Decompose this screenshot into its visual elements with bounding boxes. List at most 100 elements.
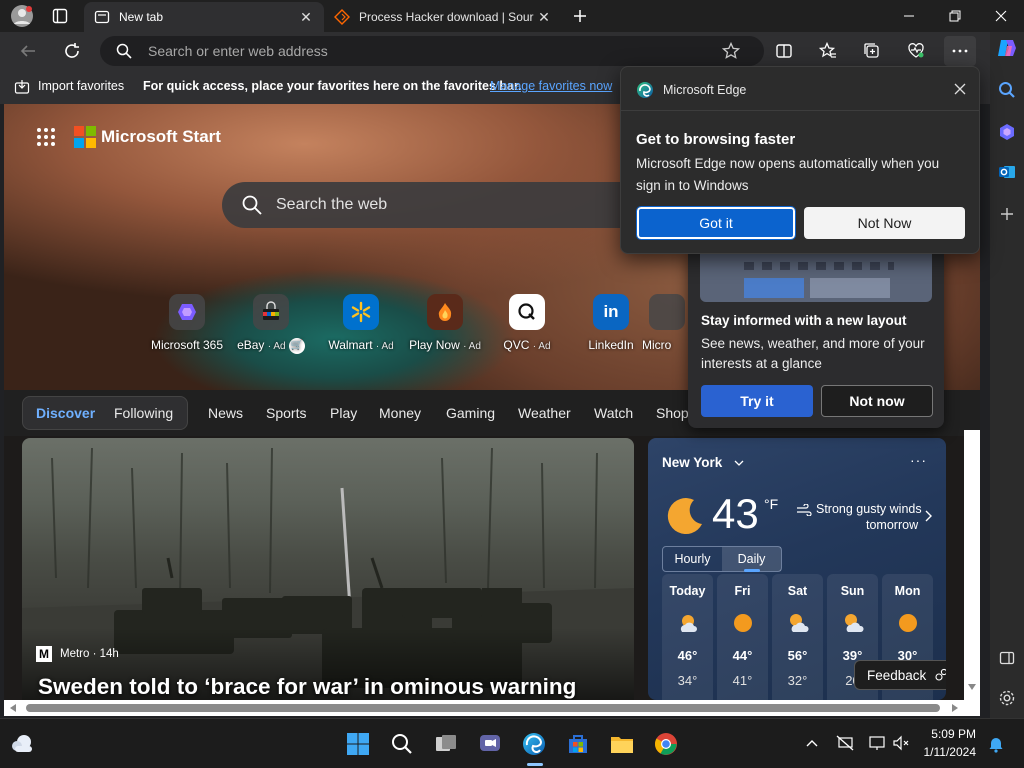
category-money[interactable]: Money (379, 405, 421, 421)
quicklink-label: Micro (642, 338, 672, 352)
weather-card[interactable]: New York ··· 43 °F Strong gusty winds to… (648, 438, 946, 700)
browser-essentials-icon[interactable] (900, 36, 932, 66)
tab-actions-icon[interactable] (42, 0, 78, 32)
news-headline[interactable]: Sweden told to ‘brace for war’ in ominou… (38, 674, 576, 700)
chrome-icon[interactable] (653, 731, 679, 757)
popup-body: Microsoft Edge now opens automatically w… (636, 156, 940, 193)
clock-date[interactable]: 1/11/2024 (916, 745, 977, 759)
close-tab-icon[interactable]: ✕ (298, 9, 314, 25)
scroll-down-arrow-icon[interactable] (968, 684, 976, 690)
microsoft-store-icon[interactable] (565, 731, 591, 757)
category-news[interactable]: News (208, 405, 243, 421)
file-explorer-icon[interactable] (609, 731, 635, 757)
notification-bell-icon[interactable] (988, 735, 1004, 753)
tab-following[interactable]: Following (114, 405, 173, 421)
sidebar-settings-icon[interactable] (995, 686, 1019, 710)
quicklink-play-now[interactable]: Play Now · Ad (400, 294, 490, 352)
close-tab-icon[interactable]: ✕ (536, 9, 552, 25)
start-button[interactable] (345, 731, 371, 757)
forecast-day[interactable]: Fri 44° 41° (717, 574, 768, 700)
category-sports[interactable]: Sports (266, 405, 306, 421)
teams-chat-icon[interactable] (477, 731, 503, 757)
category-watch[interactable]: Watch (594, 405, 633, 421)
quicklink-ebay[interactable]: eBay · Ad 🛒 (226, 294, 316, 354)
category-weather[interactable]: Weather (518, 405, 571, 421)
scroll-left-arrow-icon[interactable] (10, 704, 16, 712)
horizontal-scroll-thumb[interactable] (26, 704, 940, 712)
quicklink-qvc[interactable]: QVC · Ad (482, 294, 572, 352)
play-now-icon (427, 294, 463, 330)
web-search-box[interactable]: Search the web (222, 182, 682, 228)
tab-discover[interactable]: Discover (36, 405, 95, 421)
back-button[interactable] (12, 36, 44, 66)
moon-cloud-icon (667, 498, 702, 535)
feedback-button[interactable]: Feedback (854, 660, 946, 690)
display-icon[interactable] (868, 735, 886, 751)
popup-title: Get to browsing faster (636, 131, 796, 148)
quicklink-walmart[interactable]: Walmart · Ad (316, 294, 406, 352)
favorites-hint: For quick access, place your favorites h… (143, 79, 522, 93)
collections-icon[interactable] (856, 36, 888, 66)
sidebar-search-icon[interactable] (995, 78, 1019, 102)
quicklink-label: QVC (503, 338, 530, 352)
hide-sidebar-icon[interactable] (995, 646, 1019, 670)
clock-time[interactable]: 5:09 PM (926, 727, 976, 741)
show-hidden-icons-chevron-icon[interactable] (806, 739, 818, 747)
refresh-button[interactable] (56, 36, 88, 66)
taskbar-search-icon[interactable] (389, 731, 415, 757)
hourly-tab[interactable]: Hourly (663, 547, 722, 571)
daily-tab[interactable]: Daily (722, 547, 781, 571)
apps-grid-icon[interactable] (36, 127, 56, 147)
category-shop[interactable]: Shop (656, 405, 689, 421)
add-sidebar-app-icon[interactable] (995, 202, 1019, 226)
weather-location[interactable]: New York (662, 455, 722, 470)
address-bar[interactable]: Search or enter web address (100, 36, 764, 66)
weather-more-icon[interactable]: ··· (910, 452, 927, 468)
import-favorites-button[interactable]: Import favorites (38, 79, 124, 93)
new-tab-button[interactable] (562, 0, 598, 32)
network-disconnected-icon[interactable] (836, 735, 854, 751)
horizontal-scrollbar[interactable] (4, 700, 980, 716)
volume-muted-icon[interactable] (892, 735, 910, 751)
scroll-right-arrow-icon[interactable] (952, 704, 958, 712)
try-it-button[interactable]: Try it (701, 385, 813, 417)
tab-new-tab[interactable]: New tab ✕ (84, 2, 324, 32)
close-popup-icon[interactable] (954, 83, 966, 95)
restore-button[interactable] (932, 0, 978, 32)
quicklink-microsoft-365[interactable]: Microsoft 365 (142, 294, 232, 352)
manage-favorites-link[interactable]: Manage favorites now (490, 79, 612, 93)
not-now-button[interactable]: Not now (821, 385, 933, 417)
copilot-sidebar-icon[interactable] (995, 120, 1019, 144)
category-play[interactable]: Play (330, 405, 357, 421)
weather-widget-icon[interactable] (10, 731, 36, 757)
shopping-cart-icon: 🛒 (288, 338, 305, 354)
got-it-button[interactable]: Got it (636, 206, 796, 240)
profile-avatar-icon[interactable] (4, 0, 40, 32)
edge-taskbar-icon[interactable] (521, 731, 547, 757)
web-search-input[interactable]: Search the web (276, 196, 387, 214)
minimize-button[interactable] (886, 0, 932, 32)
tab-process-hacker[interactable]: Process Hacker download | Sour ✕ (324, 2, 562, 32)
forecast-day[interactable]: Today 46° 34° (662, 574, 713, 700)
chevron-right-icon[interactable] (924, 510, 932, 522)
task-view-icon[interactable] (433, 731, 459, 757)
add-favorite-star-icon[interactable] (722, 42, 740, 60)
feedback-icon (935, 668, 946, 681)
category-gaming[interactable]: Gaming (446, 405, 495, 421)
split-screen-icon[interactable] (768, 36, 800, 66)
favorites-icon[interactable] (812, 36, 844, 66)
forecast-day[interactable]: Sat 56° 32° (772, 574, 823, 700)
qvc-icon (509, 294, 545, 330)
vertical-scrollbar[interactable] (964, 430, 980, 700)
quicklink-microsoft[interactable]: Micro (642, 294, 692, 352)
copilot-icon[interactable] (995, 36, 1019, 60)
partly-sunny-icon (680, 615, 697, 632)
news-card[interactable]: M Metro · 14h Sweden told to ‘brace for … (22, 438, 634, 700)
close-window-button[interactable] (978, 0, 1024, 32)
address-input[interactable]: Search or enter web address (148, 43, 328, 59)
outlook-icon[interactable] (995, 160, 1019, 184)
linkedin-icon: in (593, 294, 629, 330)
chevron-down-icon[interactable] (734, 459, 744, 467)
settings-and-more-icon[interactable] (944, 36, 976, 66)
popup-not-now-button[interactable]: Not Now (804, 207, 965, 239)
